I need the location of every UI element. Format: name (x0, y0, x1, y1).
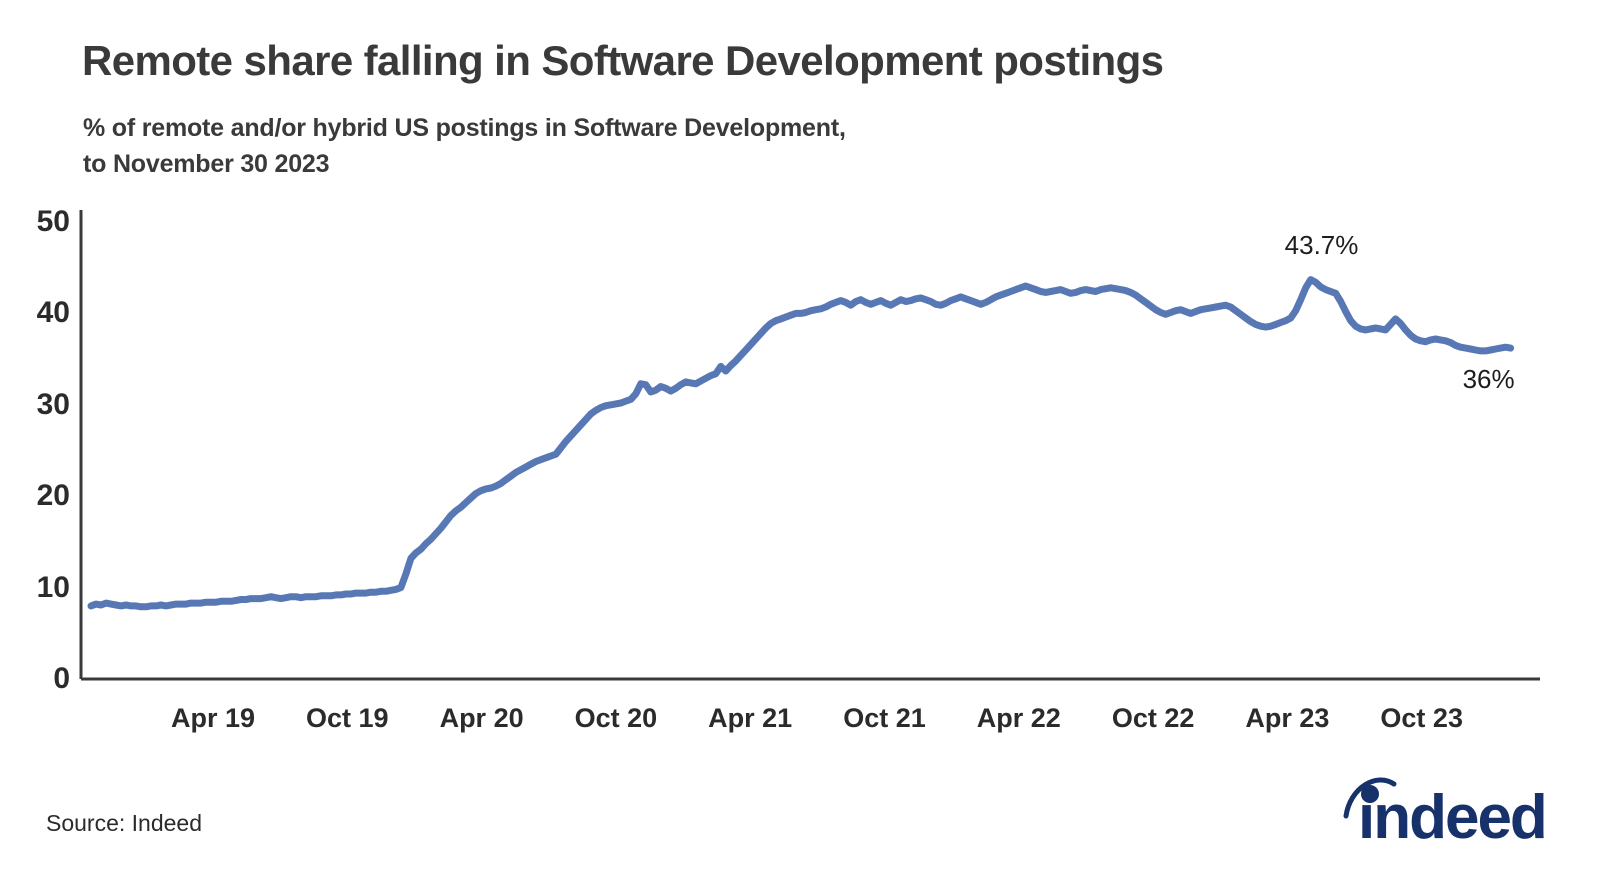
indeed-logo-svg: indeed (1343, 777, 1548, 840)
x-axis-tick-apr-22: Apr 22 (976, 703, 1061, 733)
y-axis-tick-30: 30 (36, 387, 70, 421)
chart-page: Remote share falling in Software Develop… (0, 0, 1600, 873)
line-chart-svg (79, 210, 1540, 681)
chart-axes (79, 210, 1540, 681)
x-axis-tick-apr-20: Apr 20 (439, 703, 524, 733)
source-note: Source: Indeed (46, 810, 203, 836)
indeed-wordmark: indeed (1358, 783, 1546, 840)
chart-plot-area (0, 0, 1600, 873)
indeed-logo: indeed (1332, 768, 1562, 840)
series-line-remote-share (87, 276, 1515, 611)
x-axis-tick-oct-23: Oct 23 (1380, 703, 1463, 733)
x-axis-tick-apr-21: Apr 21 (708, 703, 793, 733)
annotation-437: 43.7% (1284, 229, 1359, 260)
x-axis-tick-apr-19: Apr 19 (170, 703, 256, 733)
x-axis-tick-apr-23: Apr 23 (1245, 703, 1330, 733)
x-axis-tick-oct-22: Oct 22 (1111, 703, 1195, 733)
y-axis-tick-40: 40 (36, 296, 70, 330)
y-axis-tick-50: 50 (36, 205, 70, 238)
annotation-36: 36% (1462, 363, 1515, 394)
x-axis-tick-oct-21: Oct 21 (843, 703, 926, 733)
chart-series-group (87, 276, 1515, 611)
y-axis-tick-0: 0 (53, 662, 70, 695)
y-axis-tick-labels: 0 10 20 30 40 50 (10, 0, 70, 873)
y-axis-tick-20: 20 (36, 479, 70, 513)
x-axis-tick-oct-19: Oct 19 (306, 703, 389, 733)
x-axis-tick-oct-20: Oct 20 (574, 703, 658, 733)
y-axis-tick-10: 10 (36, 570, 70, 604)
